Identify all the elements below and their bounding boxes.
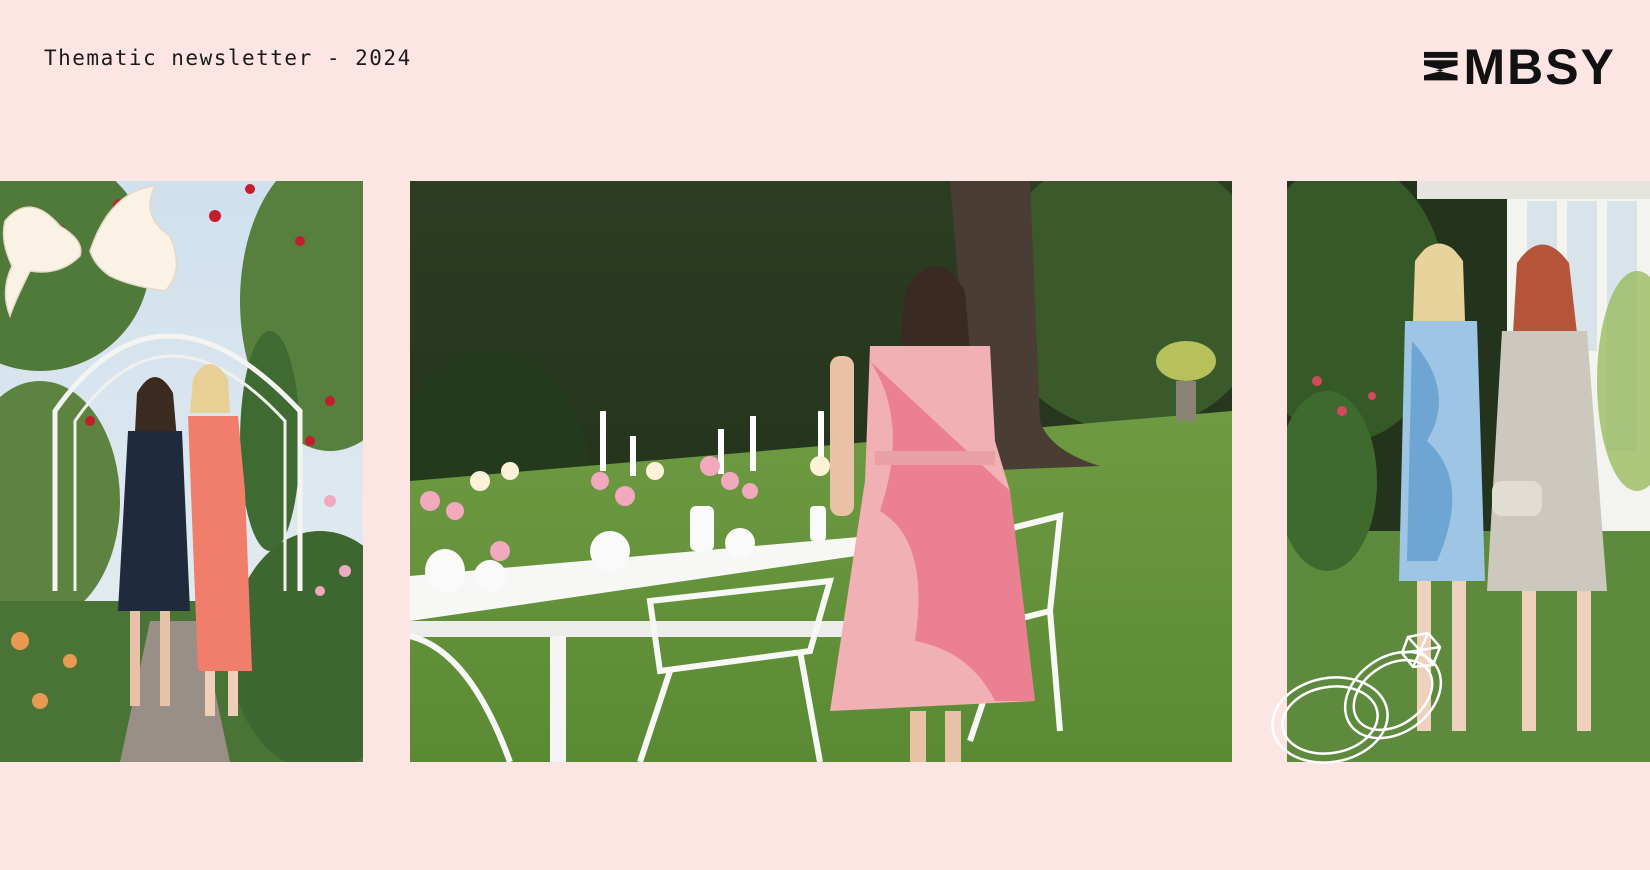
photo-garden-table[interactable] [410, 181, 1232, 762]
garden-table-image [410, 181, 1232, 762]
logo-mark-icon [1424, 51, 1458, 81]
rose-arch-image [0, 181, 363, 762]
newsletter-title: Thematic newsletter - 2024 [44, 46, 412, 70]
brand-logo[interactable]: MBSY [1424, 39, 1616, 95]
photo-rose-arch[interactable] [0, 181, 363, 762]
logo-text: MBSY [1463, 39, 1616, 95]
wedding-rings-icon [1271, 631, 1443, 764]
